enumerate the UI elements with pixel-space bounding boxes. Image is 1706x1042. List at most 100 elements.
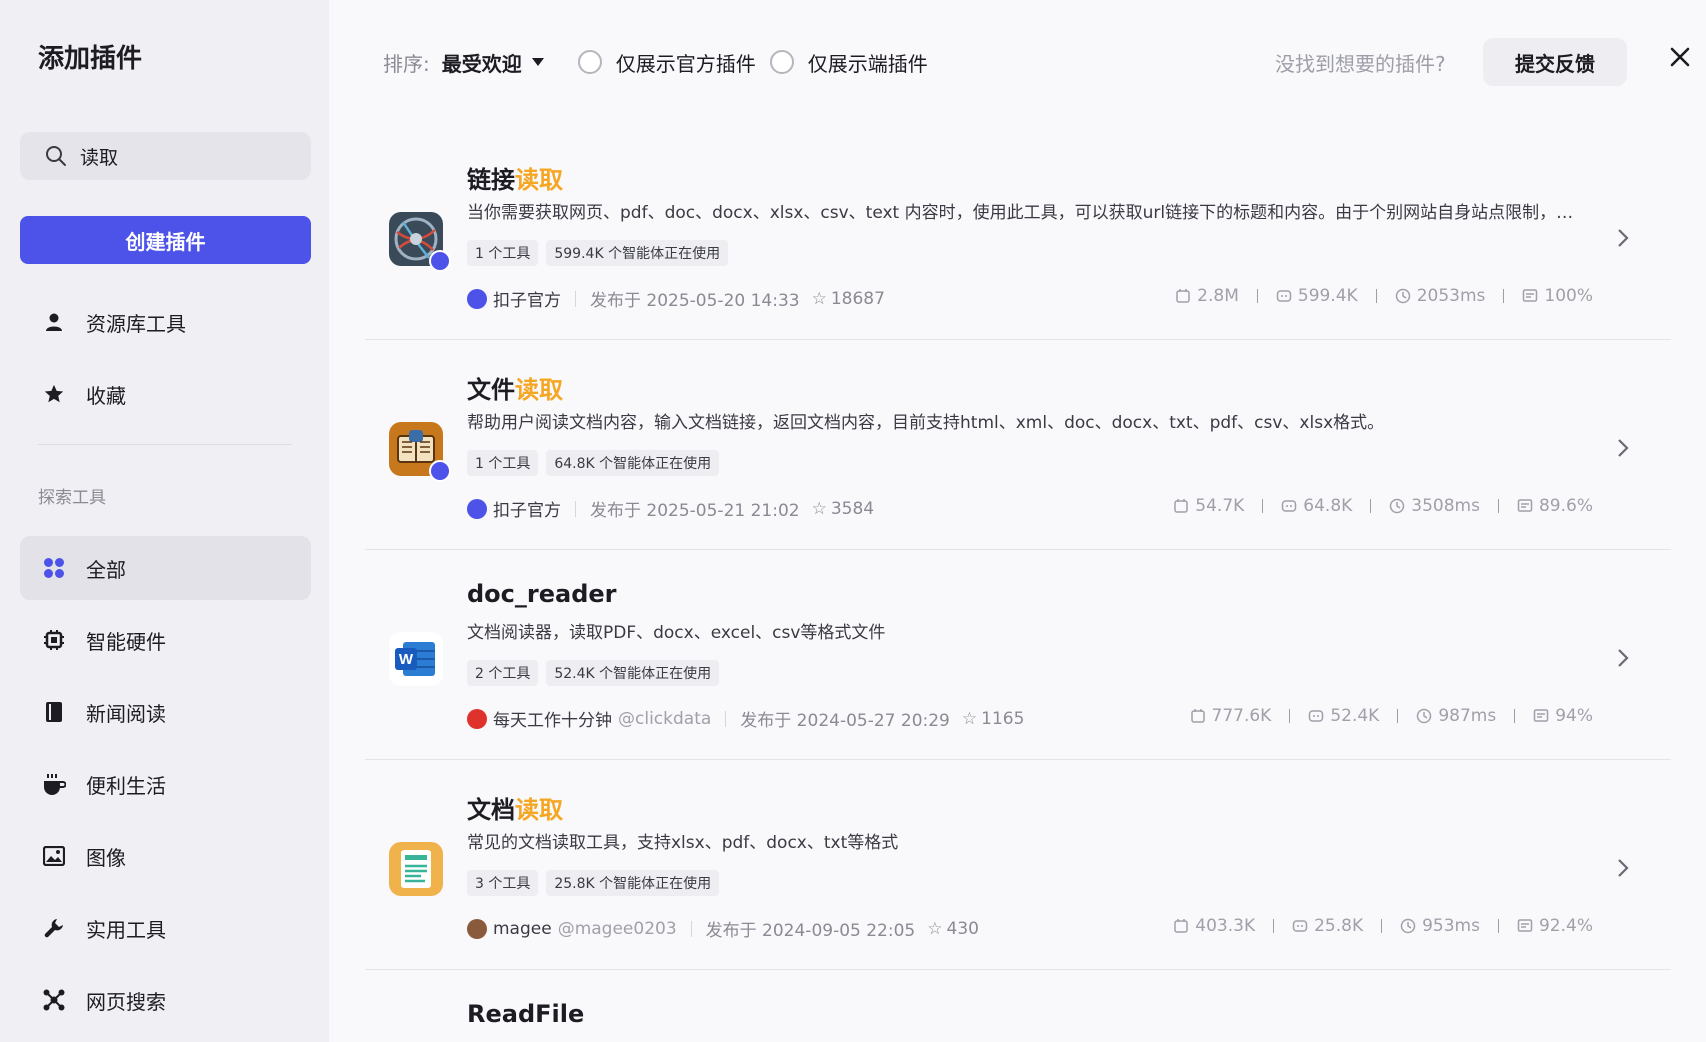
usage-tag: 599.4K 个智能体正在使用	[546, 240, 729, 266]
latency: 3508ms	[1411, 496, 1480, 516]
client-only-radio[interactable]: 仅展示端插件	[769, 48, 928, 77]
bot-count: 25.8K	[1314, 916, 1364, 936]
usage-tag: 52.4K 个智能体正在使用	[546, 660, 720, 686]
divider	[725, 710, 727, 727]
plugin-card[interactable]: W doc_reader 文档阅读器，读取PDF、docx、excel、csv等…	[365, 550, 1671, 760]
plugin-description: 常见的文档读取工具，支持xlsx、pdf、docx、txt等格式	[467, 833, 899, 853]
latency: 953ms	[1422, 916, 1480, 936]
plugin-tags: 3 个工具 25.8K 个智能体正在使用	[467, 870, 727, 896]
close-button[interactable]	[1665, 42, 1695, 72]
nav-item-image[interactable]: 图像	[20, 824, 311, 888]
latency: 987ms	[1438, 706, 1497, 726]
nav-item-convenient-life[interactable]: 便利生活	[20, 752, 311, 816]
plugin-description: 当你需要获取网页、pdf、doc、docx、xlsx、csv、text 内容时，…	[467, 203, 1587, 223]
star-outline-icon[interactable]: ☆	[812, 499, 827, 519]
grid-icon	[42, 556, 66, 580]
plugin-card[interactable]: 链接读取 当你需要获取网页、pdf、doc、docx、xlsx、csv、text…	[365, 130, 1671, 340]
plugin-card[interactable]: 文件读取 帮助用户阅读文档内容，输入文档链接，返回文档内容，目前支持html、x…	[365, 340, 1671, 550]
feedback-button[interactable]: 提交反馈	[1483, 38, 1627, 86]
main-panel: 排序: 最受欢迎 仅展示官方插件 仅展示端插件 没找到想要的插件? 提交反馈 链…	[329, 0, 1706, 1042]
calls-count: 54.7K	[1195, 496, 1245, 516]
chevron-right-icon	[1618, 439, 1629, 457]
plugin-meta: 每天工作十分钟 @clickdata 发布于 2024-05-27 20:29 …	[467, 706, 1024, 731]
nav-item-web-search[interactable]: 网页搜索	[20, 968, 311, 1032]
plugin-name: doc_reader	[467, 580, 617, 608]
nav-item-smart-hardware[interactable]: 智能硬件	[20, 608, 311, 672]
plugin-avatar	[389, 842, 443, 896]
divider	[575, 290, 576, 307]
tool-count-tag: 3 个工具	[467, 870, 539, 896]
plugin-tags: 2 个工具 52.4K 个智能体正在使用	[467, 660, 727, 686]
clock-icon	[1390, 498, 1405, 514]
search-icon	[46, 146, 66, 166]
image-icon	[42, 844, 66, 868]
official-badge	[429, 460, 451, 482]
nav-item-label: 资源库工具	[86, 311, 186, 336]
bot-icon	[1292, 920, 1308, 932]
calls-count: 777.6K	[1211, 706, 1272, 726]
star-outline-icon[interactable]: ☆	[812, 289, 827, 309]
author-avatar	[467, 708, 487, 729]
plugin-card[interactable]: 文档读取 常见的文档读取工具，支持xlsx、pdf、docx、txt等格式 3 …	[365, 760, 1671, 970]
official-badge	[429, 250, 451, 272]
sort-value: 最受欢迎	[441, 51, 522, 76]
nav-item-utility-tools[interactable]: 实用工具	[20, 896, 311, 960]
cup-icon	[42, 772, 66, 796]
plugin-stats: 54.7K 64.8K 3508ms 89.6%	[1173, 496, 1593, 516]
author-name: 每天工作十分钟	[493, 711, 612, 731]
chip-icon	[42, 628, 66, 652]
svg-text:W: W	[399, 651, 414, 668]
sort-dropdown[interactable]: 最受欢迎	[442, 48, 544, 77]
divider	[690, 920, 692, 937]
author-avatar	[467, 288, 487, 309]
nav-item-label: 便利生活	[86, 773, 166, 798]
official-only-radio[interactable]: 仅展示官方插件	[577, 48, 756, 77]
calls-icon	[1174, 919, 1189, 933]
star-outline-icon[interactable]: ☆	[927, 919, 942, 939]
radio-label: 仅展示端插件	[807, 51, 928, 76]
nav-item-news-reading[interactable]: 新闻阅读	[20, 680, 311, 744]
nav-item-label: 实用工具	[86, 917, 166, 942]
search-box[interactable]	[20, 132, 311, 180]
create-plugin-button[interactable]: 创建插件	[20, 216, 311, 264]
chevron-right-icon	[1618, 859, 1629, 877]
plugin-stats: 403.3K 25.8K 953ms 92.4%	[1173, 916, 1593, 936]
nav-item-label: 网页搜索	[86, 989, 166, 1014]
nav-item-favorites[interactable]: 收藏	[20, 362, 311, 426]
plugin-meta: 扣子官方 发布于 2025-05-21 21:02 ☆ 3584	[467, 496, 874, 521]
publish-time: 发布于 2025-05-21 21:02	[590, 501, 800, 521]
nav-item-all[interactable]: 全部	[20, 536, 311, 600]
bot-icon	[1309, 710, 1324, 722]
nav-item-label: 新闻阅读	[86, 701, 166, 726]
plugin-stats: 777.6K 52.4K 987ms 94%	[1190, 706, 1593, 726]
sort-label: 排序:	[383, 51, 430, 76]
success-rate: 100%	[1544, 286, 1593, 306]
star-outline-icon[interactable]: ☆	[962, 709, 977, 729]
bot-icon	[1282, 500, 1297, 512]
plugin-name: ReadFile	[467, 1000, 585, 1028]
calls-icon	[1174, 499, 1189, 513]
bot-count: 64.8K	[1303, 496, 1353, 516]
author-handle[interactable]: @clickdata	[618, 709, 711, 729]
plugin-avatar: W	[389, 632, 443, 686]
star-count: 18687	[830, 288, 885, 309]
plugin-card[interactable]: ReadFile	[365, 970, 1671, 1042]
plugin-list: 链接读取 当你需要获取网页、pdf、doc、docx、xlsx、csv、text…	[365, 130, 1671, 1042]
author-avatar	[467, 918, 487, 939]
plugin-meta: 扣子官方 发布于 2025-05-20 14:33 ☆ 18687	[467, 286, 885, 311]
success-rate-icon	[1523, 289, 1538, 302]
usage-tag: 25.8K 个智能体正在使用	[546, 870, 720, 896]
close-icon	[1670, 47, 1690, 67]
calls-count: 403.3K	[1195, 916, 1256, 936]
nav-item-library-tools[interactable]: 资源库工具	[20, 290, 311, 354]
success-rate: 94%	[1555, 706, 1593, 726]
tool-count-tag: 1 个工具	[467, 450, 539, 476]
radio-label: 仅展示官方插件	[615, 51, 756, 76]
publish-time: 发布于 2024-05-27 20:29	[740, 711, 950, 731]
book-icon	[42, 700, 66, 724]
search-input[interactable]	[80, 145, 280, 167]
star-count: 430	[946, 918, 979, 939]
author-handle[interactable]: @magee0203	[558, 919, 677, 939]
clock-icon	[1417, 708, 1432, 724]
calls-count: 2.8M	[1197, 286, 1239, 306]
